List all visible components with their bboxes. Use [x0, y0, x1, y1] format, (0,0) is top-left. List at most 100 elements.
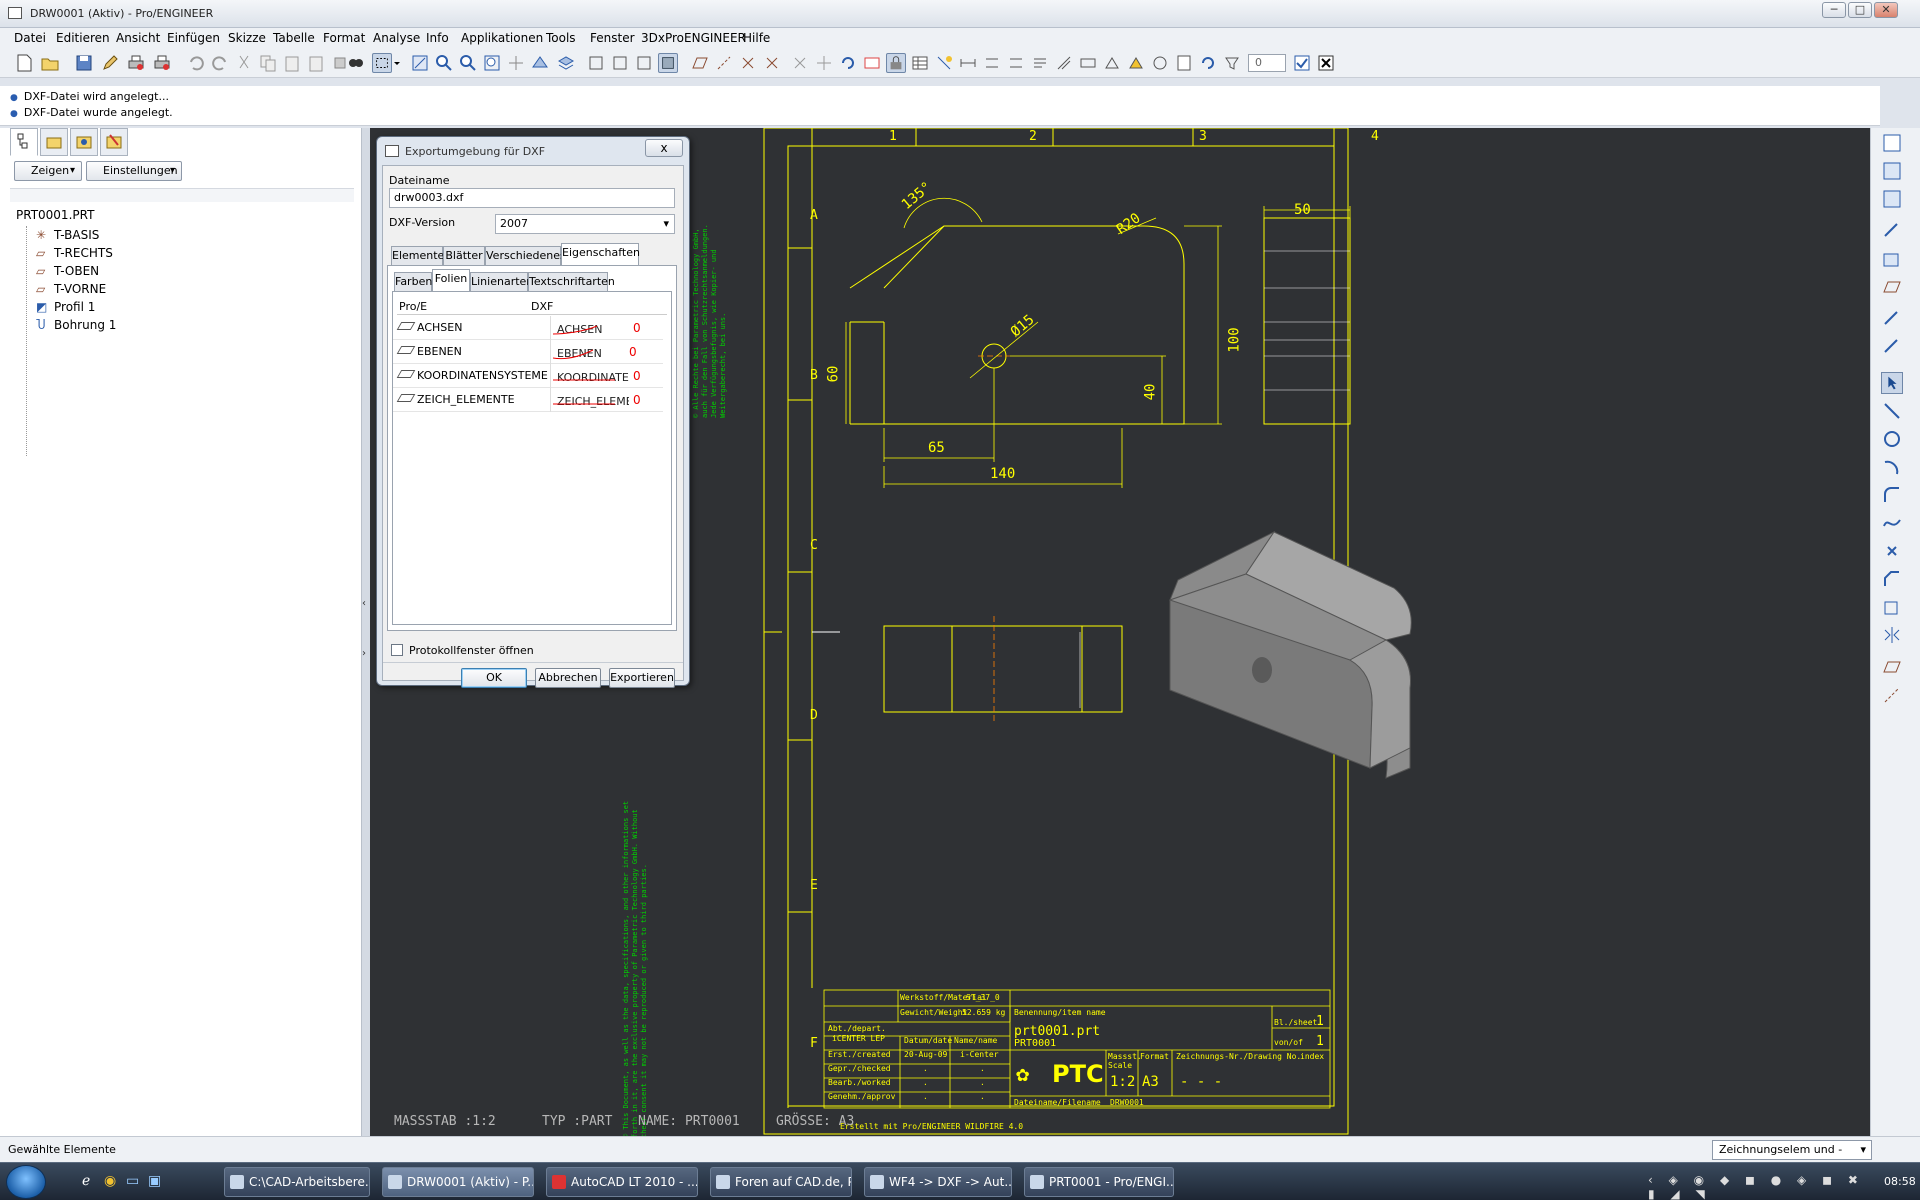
point-tool-icon[interactable]: [1881, 540, 1903, 562]
datum-points-icon[interactable]: [738, 53, 758, 73]
csys-icon[interactable]: [762, 53, 782, 73]
dimension-icon[interactable]: [958, 53, 978, 73]
tab-eigenschaften[interactable]: Eigenschaften: [561, 243, 640, 266]
line-tool-icon[interactable]: [1881, 400, 1903, 422]
spinner-input[interactable]: 0: [1248, 54, 1286, 72]
tree-item-t-oben[interactable]: ▱ T-OBEN: [36, 262, 99, 280]
tree-item-t-basis[interactable]: ✳ T-BASIS: [36, 226, 99, 244]
menu-einfuegen[interactable]: Einfügen: [167, 31, 220, 45]
detail-view-icon[interactable]: [1881, 220, 1903, 242]
tab-blaetter[interactable]: Blätter: [443, 246, 485, 266]
close-window-icon[interactable]: [1316, 53, 1336, 73]
tab-verschiedenes[interactable]: Verschiedenes: [485, 246, 566, 266]
switch-windows-icon[interactable]: ▣: [148, 1173, 161, 1189]
view-front-icon[interactable]: [586, 53, 606, 73]
mirror-tool-icon[interactable]: [1881, 624, 1903, 646]
offset-tool-icon[interactable]: [1881, 596, 1903, 618]
open-folder-icon[interactable]: [40, 53, 60, 73]
menu-editieren[interactable]: Editieren: [56, 31, 110, 45]
find-icon[interactable]: [346, 53, 366, 73]
layer-row-koordinatensysteme[interactable]: KOORDINATENSYSTEME KOORDINATE 0: [393, 364, 663, 388]
print-icon[interactable]: [126, 53, 146, 73]
view-hidden-icon[interactable]: [610, 53, 630, 73]
aux-view-icon[interactable]: [1881, 248, 1903, 270]
menu-format[interactable]: Format: [323, 31, 365, 45]
update-sheet-icon[interactable]: [1198, 53, 1218, 73]
pan-icon[interactable]: [506, 53, 526, 73]
menu-fenster[interactable]: Fenster: [590, 31, 635, 45]
taskbar-button[interactable]: C:\CAD-Arbeitsbere...: [224, 1167, 370, 1197]
zoom-in-icon[interactable]: [434, 53, 454, 73]
repaint-icon[interactable]: [410, 53, 430, 73]
layers-icon[interactable]: [556, 53, 576, 73]
layer-row-ebenen[interactable]: EBENEN EBENEN 0: [393, 340, 663, 364]
view-no-hidden-icon[interactable]: [634, 53, 654, 73]
subtab-linienarten[interactable]: Linienarten: [470, 272, 533, 292]
cancel-button[interactable]: Abbrechen: [535, 668, 601, 688]
subtab-farben[interactable]: Farben: [394, 272, 432, 292]
ordinate-dim-icon[interactable]: [982, 53, 1002, 73]
start-button[interactable]: [6, 1165, 46, 1199]
layer-row-zeich-elemente[interactable]: ZEICH_ELEMENTE ZEICH_ELEME 0: [393, 388, 663, 412]
paste-icon[interactable]: [282, 53, 302, 73]
menu-skizze[interactable]: Skizze: [228, 31, 266, 45]
select-arrow-icon[interactable]: [1881, 372, 1903, 394]
copy-icon[interactable]: [258, 53, 278, 73]
gtol-icon[interactable]: [1078, 53, 1098, 73]
ie-icon[interactable]: ℯ: [82, 1173, 90, 1189]
selection-filter-dropdown[interactable]: Zeichnungselem und -ansicl: [1712, 1140, 1872, 1174]
zoom-out-icon[interactable]: [458, 53, 478, 73]
paste-special-icon[interactable]: [306, 53, 326, 73]
layer-row-achsen[interactable]: ACHSEN ACHSEN 0: [393, 316, 663, 340]
accept-icon[interactable]: [1292, 53, 1312, 73]
chevron-down-icon[interactable]: [392, 53, 402, 73]
filter-icon[interactable]: [1222, 53, 1242, 73]
expand-arrow-icon[interactable]: ›: [362, 648, 366, 659]
datum-planes-icon[interactable]: [690, 53, 710, 73]
move-icon[interactable]: [814, 53, 834, 73]
datum-symbol-icon[interactable]: [1102, 53, 1122, 73]
tab-model-tree[interactable]: [10, 128, 38, 156]
print-setup-icon[interactable]: [152, 53, 172, 73]
system-tray[interactable]: ‹ ◈ ◉ ◆ ◼ ● ◈ ◼ ✖ ▮ ◢ ◥: [1648, 1173, 1868, 1200]
menu-hilfe[interactable]: Hilfe: [743, 31, 770, 45]
subtab-folien[interactable]: Folien: [432, 269, 470, 292]
tab-elemente[interactable]: Elemente: [391, 246, 444, 266]
subtab-textschriftarten[interactable]: Textschriftarten: [528, 272, 615, 292]
menu-ansicht[interactable]: Ansicht: [116, 31, 160, 45]
taskbar-button[interactable]: PRT0001 - Pro/ENGI...: [1024, 1167, 1174, 1197]
save-icon[interactable]: [74, 53, 94, 73]
dimension-tool-icon[interactable]: [1881, 336, 1903, 358]
sketch-tool-icon[interactable]: [1881, 308, 1903, 330]
view-shaded-icon[interactable]: [658, 53, 678, 73]
menu-tabelle[interactable]: Tabelle: [273, 31, 315, 45]
taskbar-button[interactable]: Foren auf CAD.de, P...: [710, 1167, 852, 1197]
filename-input[interactable]: drw0003.dxf: [389, 188, 675, 208]
plane-tool-icon[interactable]: [1881, 656, 1903, 678]
fillet-tool-icon[interactable]: [1881, 484, 1903, 506]
panel-splitter[interactable]: ‹ ›: [362, 128, 370, 1136]
sheet-setup-icon[interactable]: [1174, 53, 1194, 73]
ok-button[interactable]: OK: [461, 668, 527, 688]
datum-axes-icon[interactable]: [714, 53, 734, 73]
tab-connections[interactable]: [100, 128, 128, 156]
desktop-icon[interactable]: ▭: [126, 1173, 139, 1189]
taskbar-button[interactable]: AutoCAD LT 2010 - ...: [546, 1167, 698, 1197]
menu-tools[interactable]: Tools: [546, 31, 576, 45]
general-view-icon[interactable]: [1881, 160, 1903, 182]
undo-icon[interactable]: [186, 53, 206, 73]
close-button[interactable]: ✕: [1874, 2, 1898, 18]
quicklaunch-icon[interactable]: ◉: [104, 1173, 116, 1189]
surface-finish-icon[interactable]: [1054, 53, 1074, 73]
dialog-close-button[interactable]: x: [645, 139, 683, 157]
minimize-button[interactable]: ─: [1822, 2, 1846, 18]
export-button[interactable]: Exportieren: [609, 668, 675, 688]
menu-analyse[interactable]: Analyse: [373, 31, 420, 45]
lock-view-icon[interactable]: [886, 53, 906, 73]
note-icon[interactable]: [1030, 53, 1050, 73]
projection-view-icon[interactable]: [1881, 188, 1903, 210]
tree-root[interactable]: PRT0001.PRT: [16, 208, 94, 222]
snap-icon[interactable]: [934, 53, 954, 73]
tree-item-t-rechts[interactable]: ▱ T-RECHTS: [36, 244, 113, 262]
table-icon[interactable]: [910, 53, 930, 73]
